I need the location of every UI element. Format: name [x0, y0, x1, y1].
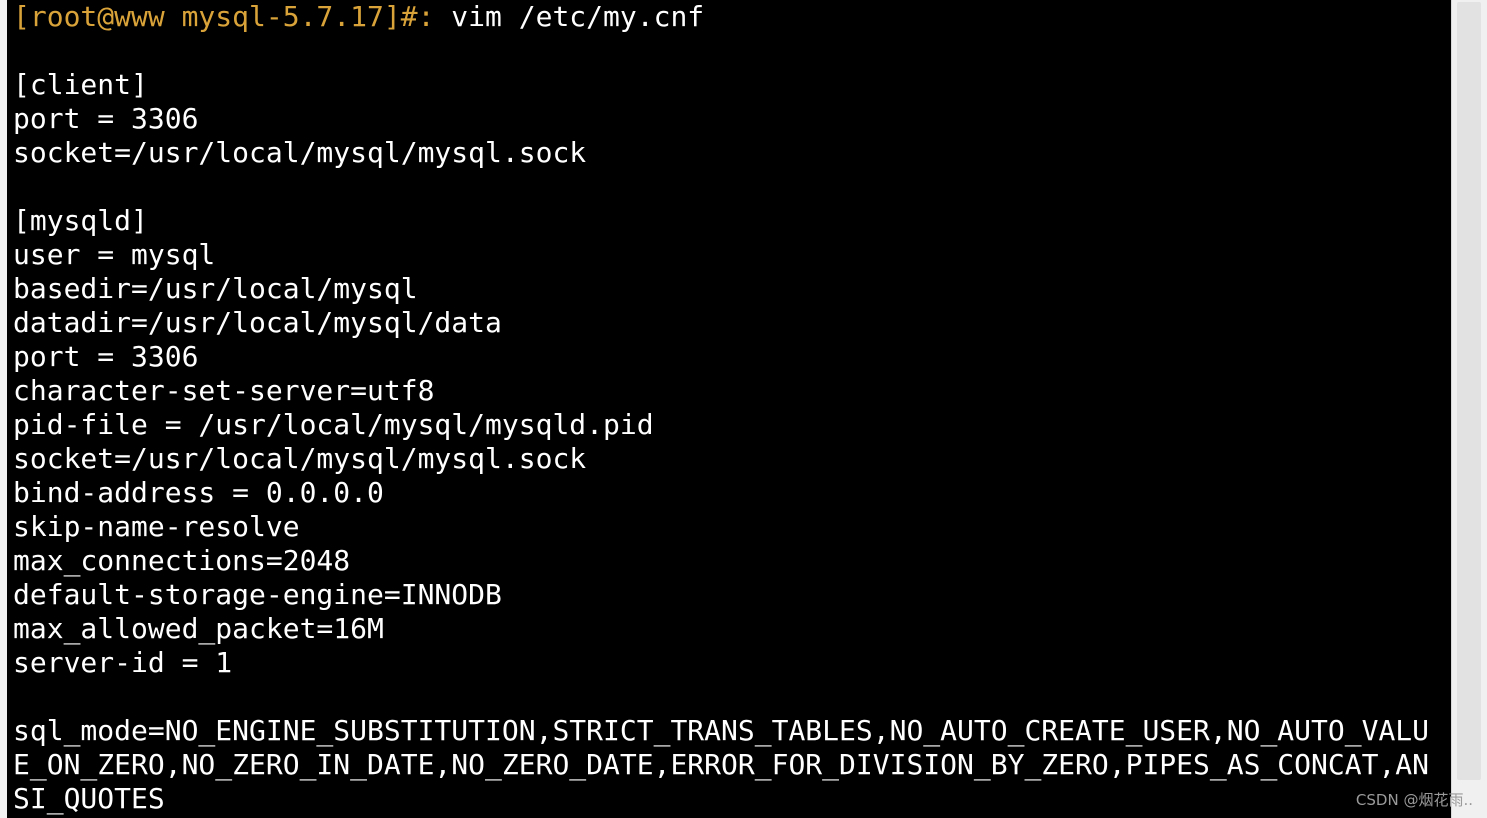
terminal-line: server-id = 1: [13, 646, 233, 679]
scrollbar-thumb[interactable]: [1457, 2, 1481, 780]
terminal-line: port = 3306: [13, 340, 199, 373]
terminal-line: skip-name-resolve: [13, 510, 300, 543]
terminal-line: max_allowed_packet=16M: [13, 612, 384, 645]
terminal-line: sql_mode=NO_ENGINE_SUBSTITUTION,STRICT_T…: [13, 714, 1430, 747]
vertical-scrollbar[interactable]: [1451, 0, 1487, 818]
terminal-line: [client]: [13, 68, 148, 101]
terminal-output: [root@www mysql-5.7.17]#: vim /etc/my.cn…: [13, 0, 1451, 816]
terminal-line: socket=/usr/local/mysql/mysql.sock: [13, 136, 587, 169]
terminal-line: bind-address = 0.0.0.0: [13, 476, 384, 509]
terminal-line: socket=/usr/local/mysql/mysql.sock: [13, 442, 587, 475]
prompt-line: [root@www mysql-5.7.17]#: vim /etc/my.cn…: [13, 0, 1451, 34]
terminal-line: default-storage-engine=INNODB: [13, 578, 502, 611]
terminal-line: datadir=/usr/local/mysql/data: [13, 306, 502, 339]
terminal-line: pid-file = /usr/local/mysql/mysqld.pid: [13, 408, 654, 441]
window-left-edge: [0, 0, 7, 818]
terminal-line: [mysqld]: [13, 204, 148, 237]
terminal-line: port = 3306: [13, 102, 199, 135]
terminal-line: SI_QUOTES: [13, 782, 165, 815]
terminal-window[interactable]: [root@www mysql-5.7.17]#: vim /etc/my.cn…: [7, 0, 1451, 818]
terminal-line: E_ON_ZERO,NO_ZERO_IN_DATE,NO_ZERO_DATE,E…: [13, 748, 1430, 781]
shell-prompt: [root@www mysql-5.7.17]#:: [13, 0, 435, 33]
terminal-line: user = mysql: [13, 238, 216, 271]
csdn-watermark: CSDN @烟花雨..: [1355, 791, 1473, 809]
terminal-line: character-set-server=utf8: [13, 374, 435, 407]
terminal-line: basedir=/usr/local/mysql: [13, 272, 418, 305]
terminal-line: max_connections=2048: [13, 544, 351, 577]
command-text: vim /etc/my.cnf: [434, 0, 705, 33]
